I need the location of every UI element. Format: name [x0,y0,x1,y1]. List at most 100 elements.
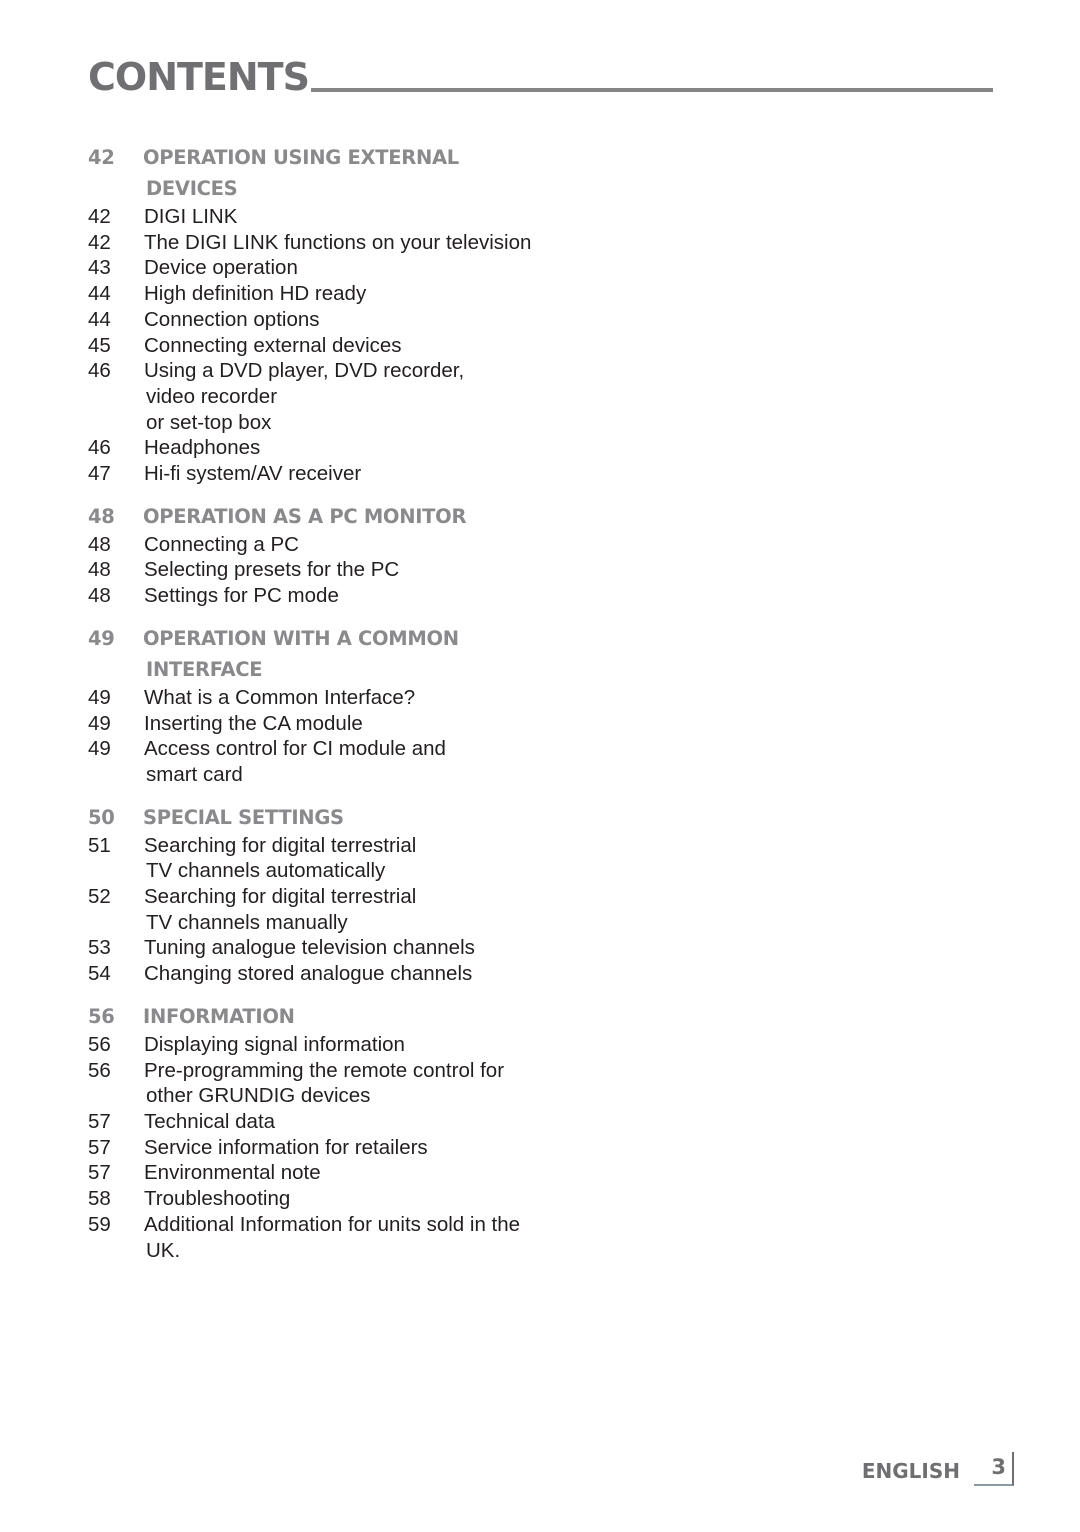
toc-page-number: 48 [88,532,111,556]
toc-title-line: Tuning analogue television channels [144,936,475,960]
toc-entry[interactable]: 54 Changing stored analogue channels [88,961,648,987]
toc-entry[interactable]: 53 Tuning analogue television channels [88,935,648,961]
toc-section-heading[interactable]: 56 INFORMATION [88,1001,648,1032]
toc-title-line: INTERFACE [146,657,263,681]
toc-title: Tuning analogue television channels [144,935,648,961]
toc-title: DIGI LINK [144,204,648,230]
toc-title: High definition HD ready [144,281,648,307]
toc-entry[interactable]: 52 Searching for digital terrestrial TV ch… [88,884,648,935]
toc-page-number: 48 [88,504,115,528]
toc-entry[interactable]: 51 Searching for digital terrestrial TV ch… [88,833,648,884]
toc-page-number: 49 [88,737,111,761]
toc-section-heading[interactable]: 42 OPERATION USING EXTERNAL DEVICES [88,142,648,204]
toc-page-number: 46 [88,359,111,383]
toc-title-line: Searching for digital terrestrial [144,833,417,857]
toc-entry[interactable]: 58 Troubleshooting [88,1186,648,1212]
toc-title-line: OPERATION WITH A COMMON [143,626,459,650]
toc-entry[interactable]: 42 DIGI LINK [88,204,648,230]
toc-page-number: 42 [88,205,111,228]
toc-page-number: 49 [88,685,111,709]
toc-entry[interactable]: 44 High definition HD ready [88,281,648,307]
toc-entry[interactable]: 46 Headphones [88,435,648,461]
toc-title-line: DIGI LINK [144,205,238,228]
toc-title-line: Displaying signal information [144,1032,405,1056]
toc-entry[interactable]: 47 Hi-fi system/AV receiver [88,461,648,487]
toc-page-number: 44 [88,307,111,331]
toc-entry[interactable]: 48 Selecting presets for the PC [88,557,648,583]
toc-title: Pre-programming the remote control for ot… [144,1058,648,1109]
toc-title: OPERATION AS A PC MONITOR [143,501,466,532]
toc-title: Connecting a PC [144,532,648,558]
toc-entry[interactable]: 43 Device operation [88,255,648,281]
toc-entry[interactable]: 57 Service information for retailers [88,1135,648,1161]
toc-page-number: 54 [88,962,111,986]
page-header: CONTENTS [88,56,993,96]
toc-title: Searching for digital terrestrial TV chan… [144,833,648,884]
toc-section-heading[interactable]: 49 OPERATION WITH A COMMON INTERFACE [88,623,648,685]
toc-title: Hi-fi system/AV receiver [144,461,648,487]
toc-page-number: 57 [88,1109,111,1133]
toc-title-line: TV channels automatically [146,859,386,883]
toc-title-line: Selecting presets for the PC [144,558,400,582]
page-footer: ENGLISH 3 [862,1452,1014,1486]
toc-entry[interactable]: 56 Displaying signal information [88,1032,648,1058]
toc-title-line: Connection options [144,307,320,331]
toc-page-number: 50 [88,805,115,829]
toc-title-line: Troubleshooting [144,1187,291,1211]
toc-title-line: Connecting external devices [144,333,402,357]
toc-title: What is a Common Interface? [144,685,648,711]
toc-entry[interactable]: 42 The DIGI LINK functions on your televi… [88,230,648,256]
toc-title-line: Device operation [144,256,298,280]
toc-entry[interactable]: 49 What is a Common Interface? [88,685,648,711]
toc-page-number: 49 [88,711,111,735]
page-number: 3 [974,1452,1014,1486]
toc-page-number: 42 [88,230,111,254]
toc-entry[interactable]: 48 Settings for PC mode [88,583,648,609]
toc-entry[interactable]: 59 Additional Information for units sold … [88,1212,648,1263]
toc-title-line: Inserting the CA module [144,711,363,735]
toc-title-line: Technical data [144,1109,276,1133]
toc-page-number: 53 [88,936,111,960]
toc-title: INFORMATION [143,1001,295,1032]
toc-title-line: OPERATION AS A PC MONITOR [143,504,467,528]
toc-page-number: 43 [88,256,111,280]
toc-title: Troubleshooting [144,1186,648,1212]
toc-page-number: 56 [88,1058,111,1082]
toc-title: Technical data [144,1109,648,1135]
toc-title: OPERATION WITH A COMMON INTERFACE [143,623,459,685]
toc-page-number: 51 [88,833,111,857]
toc-entry[interactable]: 57 Technical data [88,1109,648,1135]
toc-page-number: 47 [88,462,111,486]
toc-section-heading[interactable]: 50 SPECIAL SETTINGS [88,802,648,833]
toc-page-number: 45 [88,333,111,357]
toc-title-line: The DIGI LINK functions on your televisi… [144,230,532,254]
toc-entry[interactable]: 46 Using a DVD player, DVD recorder, video… [88,358,648,435]
toc-entry[interactable]: 56 Pre-programming the remote control for… [88,1058,648,1109]
toc-title: Headphones [144,435,648,461]
toc-page-number: 59 [88,1212,111,1236]
toc-entry[interactable]: 48 Connecting a PC [88,532,648,558]
toc-title-line: Headphones [144,436,261,460]
toc-entry[interactable]: 49 Inserting the CA module [88,711,648,737]
toc-entry[interactable]: 57 Environmental note [88,1160,648,1186]
toc-section-heading[interactable]: 48 OPERATION AS A PC MONITOR [88,501,648,532]
toc-title-line: Connecting a PC [144,532,299,556]
footer-language: ENGLISH [861,1459,960,1483]
toc-page-number: 56 [88,1004,115,1028]
page-title: CONTENTS [88,55,310,99]
toc-title: Settings for PC mode [144,583,648,609]
toc-title: Connection options [144,307,648,333]
toc-title-line: INFORMATION [143,1004,295,1028]
toc-entry[interactable]: 44 Connection options [88,307,648,333]
toc-entry[interactable]: 49 Access control for CI module and smart … [88,736,648,787]
toc-title-line: High definition HD ready [144,282,367,306]
toc-title: Changing stored analogue channels [144,961,648,987]
toc-title-line: Hi-fi system/AV receiver [144,462,362,486]
title-rule [310,88,993,92]
toc-entry[interactable]: 45 Connecting external devices [88,333,648,359]
toc-title: SPECIAL SETTINGS [143,802,344,833]
